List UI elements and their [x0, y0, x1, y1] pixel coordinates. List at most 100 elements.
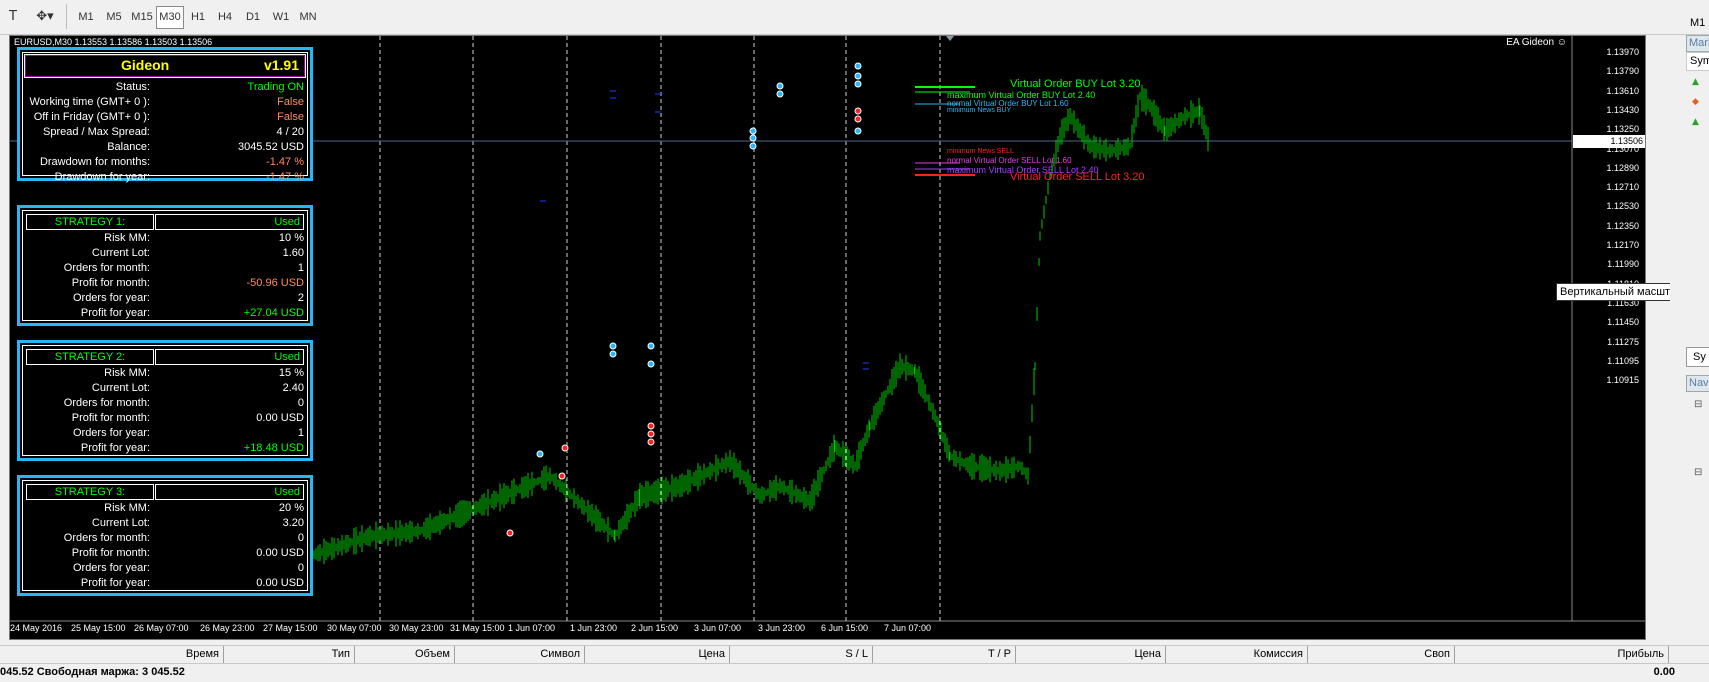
strategy-row-value: +27.04 USD [243, 307, 304, 319]
buy-trade-marker[interactable] [854, 80, 862, 88]
strategy-row-label: Orders for month: [63, 532, 150, 544]
strategy-row: Profit for year: +18.48 USD [20, 442, 310, 457]
strategy-state: Used [155, 484, 304, 500]
text-tool-icon[interactable]: T [2, 6, 24, 27]
buy-trade-marker[interactable] [854, 62, 862, 70]
right-tab-m1[interactable]: M1 [1690, 17, 1705, 29]
timeframe-m1[interactable]: M1 [72, 6, 100, 29]
strategy-row-value: 2 [297, 292, 304, 304]
virtual-sell-label: Virtual Order SELL Lot 3.20 [1010, 171, 1145, 183]
strategy-row: Risk MM: 10 % [20, 232, 310, 247]
sell-trade-marker[interactable] [561, 444, 569, 452]
sell-trade-marker[interactable] [647, 438, 655, 446]
ea-status-row: Off in Friday (GMT+ 0 ): False [20, 111, 310, 126]
ea-status-label: Spread / Max Spread: [42, 126, 150, 138]
buy-trade-marker[interactable] [647, 360, 655, 368]
timeframe-h1[interactable]: H1 [185, 6, 211, 29]
ea-status-value: -1.47 % [266, 156, 304, 168]
terminal-status-row: 045.52 Свободная маржа: 3 045.52 0.00 [0, 664, 1709, 682]
sell-trade-marker[interactable] [647, 422, 655, 430]
strategy-row-label: Profit for month: [71, 277, 150, 289]
strategy-row-value: 1.60 [282, 247, 304, 259]
strategy-row: Profit for month: -50.96 USD [20, 277, 310, 292]
ea-status-label: Balance: [107, 141, 150, 153]
strategy-row: Orders for month: 0 [20, 532, 310, 547]
minimum-buy-label: minimum News BUY [947, 107, 1012, 114]
timeframe-d1[interactable]: D1 [240, 6, 266, 29]
time-tick-label: 7 Jun 07:00 [884, 623, 932, 633]
buy-trade-marker[interactable] [854, 72, 862, 80]
ea-status-value: 3045.52 USD [237, 141, 304, 153]
price-chart[interactable]: EURUSD,M30 1.13553 1.13586 1.13503 1.135… [9, 35, 1646, 640]
time-tick-label: 3 Jun 23:00 [758, 623, 806, 633]
timeframe-mn[interactable]: MN [294, 6, 322, 29]
sell-trade-marker[interactable] [506, 529, 514, 537]
buy-trade-marker[interactable] [749, 142, 757, 150]
timeframe-w1[interactable]: W1 [268, 6, 294, 29]
column-header[interactable]: Символ [455, 646, 585, 663]
ea-status-value: False [277, 96, 304, 108]
column-header[interactable]: Своп [1308, 646, 1455, 663]
column-header[interactable]: Время [0, 646, 224, 663]
column-header[interactable]: Цена [585, 646, 730, 663]
timeframe-m30[interactable]: M30 [156, 6, 184, 29]
symbol-up-icon: ▲ [1692, 77, 1699, 87]
price-tick-label: 1.12170 [1606, 240, 1639, 250]
column-header[interactable]: Комиссия [1166, 646, 1308, 663]
market-watch-header[interactable]: Mark [1686, 35, 1709, 52]
strategy-row-label: Orders for month: [63, 262, 150, 274]
buy-trade-marker[interactable] [776, 90, 784, 98]
column-header[interactable]: T / P [873, 646, 1016, 663]
sell-trade-marker[interactable] [854, 115, 862, 123]
sell-trade-marker[interactable] [854, 107, 862, 115]
column-header[interactable]: Тип [224, 646, 355, 663]
sell-trade-marker[interactable] [647, 430, 655, 438]
tree-collapse-icon[interactable]: ⊟ [1694, 399, 1702, 410]
ea-status-value: False [277, 111, 304, 123]
buy-trade-marker[interactable] [609, 350, 617, 358]
column-header[interactable]: Прибыль [1455, 646, 1669, 663]
buy-trade-marker[interactable] [776, 82, 784, 90]
column-header[interactable]: Объем [355, 646, 455, 663]
strategy-row-value: 0.00 USD [256, 547, 304, 559]
buy-trade-marker[interactable] [609, 342, 617, 350]
buy-trade-marker[interactable] [647, 342, 655, 350]
navigator-header[interactable]: Navi [1686, 375, 1709, 392]
minimum-sell-label: minimum News SELL [947, 148, 1014, 155]
price-tick-label: 1.12710 [1606, 182, 1639, 193]
buy-trade-marker[interactable] [536, 450, 544, 458]
strategy-row: Current Lot: 3.20 [20, 517, 310, 532]
strategy-row: Profit for year: +27.04 USD [20, 307, 310, 322]
buy-trade-marker[interactable] [749, 134, 757, 142]
time-tick-label: 1 Jun 23:00 [570, 623, 618, 633]
ea-version: v1.91 [263, 57, 299, 73]
price-tick-label: 1.13610 [1606, 85, 1639, 96]
chart-shift-marker[interactable] [946, 36, 954, 41]
price-tick-label: 1.13250 [1606, 124, 1639, 135]
strategy-row-label: Orders for year: [72, 427, 150, 439]
symbol-column-label: Sym [1690, 55, 1709, 67]
objects-dropdown-icon[interactable]: ✥▾ [30, 6, 60, 27]
column-header[interactable]: Цена [1016, 646, 1166, 663]
tree-collapse-icon-2[interactable]: ⊟ [1694, 467, 1702, 478]
strategy-row: Current Lot: 2.40 [20, 382, 310, 397]
symbol-up-icon-2: ▲ [1692, 117, 1699, 127]
symbols-tab[interactable]: Sy [1686, 347, 1709, 367]
column-header[interactable]: S / L [730, 646, 873, 663]
sell-trade-marker[interactable] [558, 472, 566, 480]
price-tick-label: 1.12530 [1606, 201, 1639, 212]
strategy-row-label: Profit for year: [80, 577, 150, 589]
timeframe-m15[interactable]: M15 [128, 6, 156, 29]
ea-status-row: Balance: 3045.52 USD [20, 141, 310, 156]
buy-trade-marker[interactable] [749, 127, 757, 135]
buy-trade-marker[interactable] [854, 127, 862, 135]
timeframe-h4[interactable]: H4 [212, 6, 238, 29]
time-tick-label: 24 May 2016 [10, 623, 63, 633]
timeframe-m5[interactable]: M5 [100, 6, 128, 29]
price-tick-label: 1.11275 [1607, 336, 1639, 347]
symbols-tab-label: Sy [1693, 351, 1706, 363]
navigator-title: Navi [1689, 377, 1709, 389]
symbol-column-header[interactable]: Sym [1686, 52, 1709, 71]
strategy-row-value: 2.40 [282, 382, 304, 394]
price-axis[interactable]: 1.13970 1.13790 1.13610 1.13430 1.13250 1.130… [1573, 36, 1645, 621]
